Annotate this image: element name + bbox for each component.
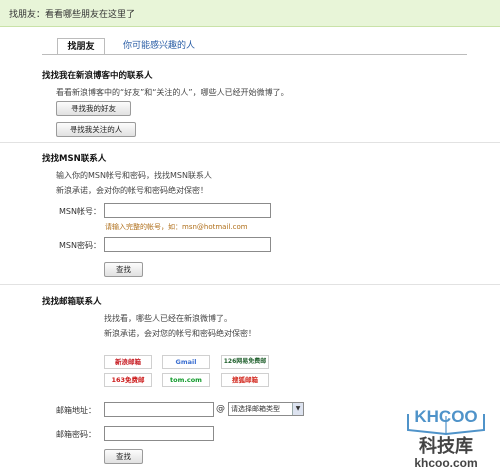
- notice-text: 找朋友：看看哪些朋友在这里了: [9, 10, 136, 20]
- find-my-friends-button[interactable]: 寻找我的好友: [56, 101, 131, 116]
- mail-search-button[interactable]: 查找: [104, 449, 143, 464]
- tab-may-interest[interactable]: 你可能感兴趣的人: [113, 38, 205, 55]
- sina-section-desc: 看看新浪博客中的“好友”和“关注的人”，哪些人已经开始微博了。: [56, 88, 289, 97]
- msn-password-label: MSN密码：: [59, 241, 101, 250]
- mail-section-title: 找找邮箱联系人: [42, 297, 102, 307]
- watermark-url-text: khcoo.com: [414, 456, 477, 470]
- section-divider: [0, 284, 500, 285]
- tab-find-friends[interactable]: 找朋友: [57, 38, 105, 55]
- mail-desc-2: 新浪承诺，会对您的帐号和密码绝对保密！: [104, 329, 256, 338]
- gmail-logo[interactable]: Gmail: [162, 355, 210, 369]
- mail-password-label: 邮箱密码：: [56, 430, 96, 439]
- mail-password-input[interactable]: [104, 426, 214, 441]
- mail-type-select[interactable]: 请选择邮箱类型 ▼: [228, 402, 304, 416]
- find-following-button[interactable]: 寻找我关注的人: [56, 122, 136, 137]
- msn-desc-2: 新浪承诺，会对你的帐号和密码绝对保密！: [56, 186, 208, 195]
- mail-desc-1: 找找看，哪些人已经在新浪微博了。: [104, 314, 232, 323]
- khcoo-logo-icon: KHCOO 科技库 khcoo.com: [407, 407, 485, 470]
- msn-account-input[interactable]: [104, 203, 271, 218]
- notice-bar: 找朋友：看看哪些朋友在这里了: [0, 0, 500, 27]
- sina-mail-logo[interactable]: 新浪邮箱: [104, 355, 152, 369]
- sohu-mail-logo[interactable]: 搜狐邮箱: [221, 373, 269, 387]
- chevron-down-icon: ▼: [292, 403, 303, 415]
- msn-desc-1: 输入你的MSN帐号和密码，找找MSN联系人: [56, 171, 212, 180]
- msn-account-hint: 请输入完整的帐号，如：msn@hotmail.com: [105, 223, 248, 231]
- msn-account-label: MSN帐号：: [59, 207, 101, 216]
- watermark-logo-text: KHCOO: [414, 407, 477, 426]
- msn-search-button[interactable]: 查找: [104, 262, 143, 277]
- at-sign: @: [216, 404, 225, 414]
- khcoo-watermark: KHCOO 科技库 khcoo.com: [396, 392, 496, 470]
- 126-mail-logo[interactable]: 126网易免费邮: [221, 355, 269, 369]
- section-divider: [0, 142, 500, 143]
- msn-password-input[interactable]: [104, 237, 271, 252]
- mail-address-label: 邮箱地址：: [56, 406, 96, 415]
- mail-address-input[interactable]: [104, 402, 214, 417]
- msn-section-title: 找找MSN联系人: [42, 154, 107, 164]
- 163-mail-logo[interactable]: 163免费邮: [104, 373, 152, 387]
- tom-mail-logo[interactable]: tom.com: [162, 373, 210, 387]
- mail-type-select-value: 请选择邮箱类型: [231, 405, 280, 413]
- tab-underline: [42, 54, 467, 55]
- sina-section-title: 找找我在新浪博客中的联系人: [42, 71, 153, 81]
- watermark-cn-text: 科技库: [419, 435, 473, 457]
